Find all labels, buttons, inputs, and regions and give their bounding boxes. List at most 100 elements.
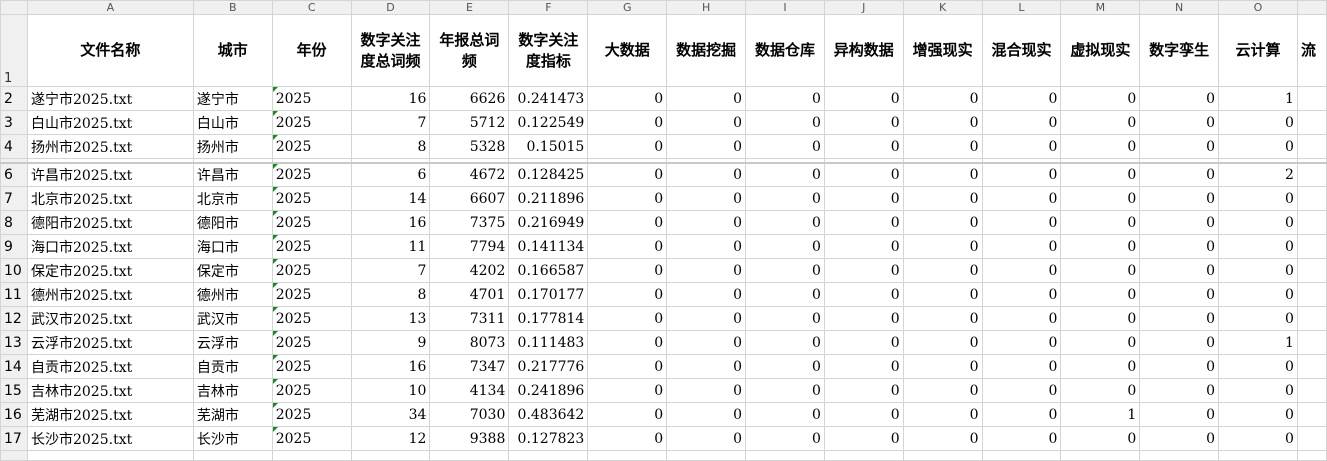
cell-keyword-count[interactable]: 0	[981, 378, 1062, 403]
cell-report-total[interactable]: 4134	[429, 378, 510, 403]
cell-keyword-count[interactable]: 0	[587, 282, 668, 307]
cell-keyword-count[interactable]: 0	[1139, 110, 1220, 135]
header-cell-digital-total[interactable]: 数字关注度总词频	[350, 14, 431, 87]
cell-file-name[interactable]: 保定市2025.txt	[26, 258, 194, 283]
row-number[interactable]: 12	[0, 306, 28, 331]
cell-keyword-count[interactable]: 0	[981, 86, 1062, 111]
cell-city[interactable]: 武汉市	[192, 306, 273, 331]
cell-digital-total[interactable]: 6	[350, 162, 431, 187]
cell-city[interactable]: 云浮市	[192, 330, 273, 355]
cell-file-name[interactable]: 云浮市2025.txt	[26, 330, 194, 355]
cell-keyword-count[interactable]: 0	[587, 402, 668, 427]
cell-keyword-count[interactable]: 0	[1139, 402, 1220, 427]
cell-year[interactable]: 2025	[271, 86, 352, 111]
cell-year[interactable]: 2025	[271, 306, 352, 331]
cell-keyword-count[interactable]: 0	[981, 402, 1062, 427]
header-cell-augmented-reality[interactable]: 增强现实	[902, 14, 983, 87]
header-cell-city[interactable]: 城市	[192, 14, 273, 87]
table-row[interactable]: 12 武汉市2025.txt 武汉市 2025 13 7311 0.177814 0 0 0 0 0 0…	[0, 306, 1327, 331]
cell-city[interactable]: 芜湖市	[192, 402, 273, 427]
cell-keyword-count[interactable]: 0	[902, 402, 983, 427]
table-row[interactable]: 4 扬州市2025.txt 扬州市 2025 8 5328 0.15015 0 0 0 0 0 0 0 0 0	[0, 134, 1327, 159]
cell-keyword-count[interactable]: 0	[1060, 306, 1141, 331]
cell-digital-total[interactable]: 12	[350, 426, 431, 451]
header-cell-big-data[interactable]: 大数据	[587, 14, 668, 87]
column-header-c[interactable]: C	[271, 0, 352, 15]
cell-keyword-count[interactable]: 0	[666, 162, 747, 187]
cell-empty[interactable]	[1296, 110, 1327, 135]
cell-keyword-count[interactable]: 0	[745, 86, 825, 111]
row-number[interactable]: 16	[0, 402, 28, 427]
cell-keyword-count[interactable]: 0	[587, 186, 668, 211]
cell-keyword-count[interactable]: 0	[1139, 234, 1220, 259]
column-header-f[interactable]: F	[508, 0, 589, 15]
cell-keyword-count[interactable]: 0	[1060, 258, 1141, 283]
cell-city[interactable]: 长沙市	[192, 426, 273, 451]
cell-digital-total[interactable]: 14	[350, 186, 431, 211]
cell-year[interactable]: 2025	[271, 134, 352, 159]
header-cell-data-mining[interactable]: 数据挖掘	[666, 14, 747, 87]
cell-keyword-count[interactable]: 0	[1139, 282, 1220, 307]
cell-year[interactable]: 2025	[271, 110, 352, 135]
cell-keyword-count[interactable]: 0	[745, 306, 825, 331]
cell-year[interactable]: 2025	[271, 402, 352, 427]
cell-keyword-count[interactable]: 0	[745, 134, 825, 159]
column-header-j[interactable]: J	[823, 0, 904, 15]
cell-keyword-count[interactable]: 0	[981, 330, 1062, 355]
cell-keyword-count[interactable]: 0	[745, 186, 825, 211]
cell-digital-index[interactable]: 0.241473	[508, 86, 589, 111]
cell-digital-index[interactable]: 0.141134	[508, 234, 589, 259]
cell-year[interactable]: 2025	[271, 210, 352, 235]
cell-keyword-count[interactable]: 0	[1218, 186, 1298, 211]
cell-keyword-count[interactable]: 0	[745, 402, 825, 427]
cell-keyword-count[interactable]: 0	[1060, 426, 1141, 451]
cell-empty[interactable]	[1296, 402, 1327, 427]
cell-keyword-count[interactable]: 1	[1060, 402, 1141, 427]
header-cell-report-total[interactable]: 年报总词频	[429, 14, 510, 87]
column-header-p[interactable]	[1296, 0, 1327, 15]
cell-keyword-count[interactable]: 0	[1139, 330, 1220, 355]
cell-digital-index[interactable]: 0.111483	[508, 330, 589, 355]
cell-keyword-count[interactable]: 0	[1139, 186, 1220, 211]
cell-digital-index[interactable]: 0.170177	[508, 282, 589, 307]
cell-keyword-count[interactable]: 0	[1218, 258, 1298, 283]
cell-keyword-count[interactable]: 0	[1139, 258, 1220, 283]
cell-keyword-count[interactable]: 0	[981, 234, 1062, 259]
cell-report-total[interactable]: 4202	[429, 258, 510, 283]
cell-city[interactable]: 扬州市	[192, 134, 273, 159]
cell-keyword-count[interactable]: 0	[902, 306, 983, 331]
cell-year[interactable]: 2025	[271, 186, 352, 211]
cell-city[interactable]: 德州市	[192, 282, 273, 307]
cell-city[interactable]: 白山市	[192, 110, 273, 135]
cell-keyword-count[interactable]: 0	[1218, 210, 1298, 235]
header-cell-file-name[interactable]: 文件名称	[26, 14, 194, 87]
table-row[interactable]: 10 保定市2025.txt 保定市 2025 7 4202 0.166587 0 0 0 0 0 0 0…	[0, 258, 1327, 283]
cell-keyword-count[interactable]: 0	[981, 282, 1062, 307]
cell-keyword-count[interactable]: 0	[587, 306, 668, 331]
cell-file-name[interactable]: 德阳市2025.txt	[26, 210, 194, 235]
cell-year[interactable]: 2025	[271, 330, 352, 355]
cell-keyword-count[interactable]: 0	[902, 162, 983, 187]
cell-keyword-count[interactable]: 0	[823, 186, 904, 211]
cell-keyword-count[interactable]: 0	[1218, 282, 1298, 307]
cell-keyword-count[interactable]: 0	[823, 134, 904, 159]
cell-report-total[interactable]: 4672	[429, 162, 510, 187]
cell-keyword-count[interactable]: 0	[823, 258, 904, 283]
cell-keyword-count[interactable]: 1	[1218, 86, 1298, 111]
row-number[interactable]: 13	[0, 330, 28, 355]
cell-keyword-count[interactable]: 0	[902, 354, 983, 379]
cell-year[interactable]: 2025	[271, 282, 352, 307]
table-row[interactable]: 16 芜湖市2025.txt 芜湖市 2025 34 7030 0.483642 0 0 0 0 0 0…	[0, 402, 1327, 427]
cell-keyword-count[interactable]: 0	[587, 426, 668, 451]
column-header-e[interactable]: E	[429, 0, 510, 15]
cell-empty[interactable]	[1296, 186, 1327, 211]
cell-keyword-count[interactable]: 0	[823, 378, 904, 403]
cell-digital-total[interactable]: 7	[350, 258, 431, 283]
cell-year[interactable]: 2025	[271, 258, 352, 283]
cell-digital-total[interactable]: 8	[350, 282, 431, 307]
cell-keyword-count[interactable]: 0	[587, 110, 668, 135]
cell-keyword-count[interactable]: 0	[823, 426, 904, 451]
cell-keyword-count[interactable]: 0	[981, 162, 1062, 187]
header-cell-digital-index[interactable]: 数字关注度指标	[508, 14, 589, 87]
row-number[interactable]: 7	[0, 186, 28, 211]
